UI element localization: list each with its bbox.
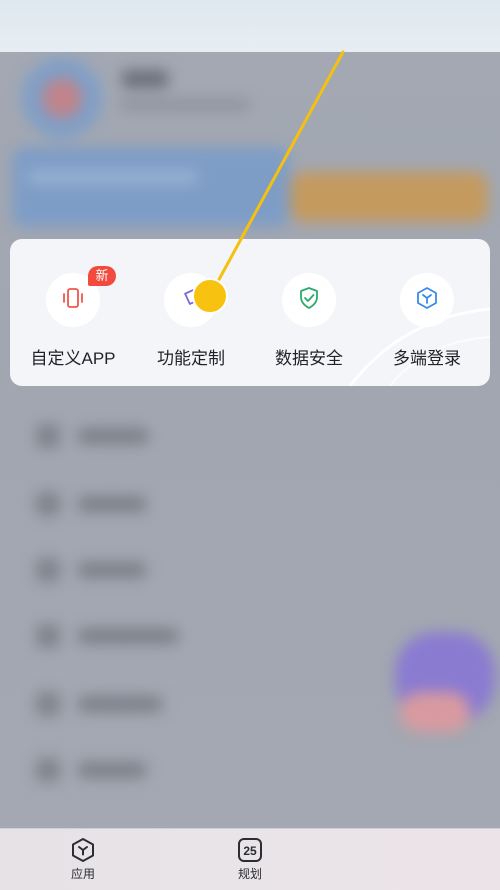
custom-app-circle: 新 — [46, 266, 116, 327]
feature-panel: 新 自定义APP 功能定制 数据安全 多端登录 — [10, 239, 490, 386]
new-badge: 新 — [88, 266, 116, 286]
tag-customize-icon — [178, 285, 204, 316]
feature-customize[interactable]: 功能定制 — [136, 273, 246, 369]
feature-multi-login[interactable]: 多端登录 — [372, 273, 482, 369]
feature-label: 功能定制 — [157, 349, 225, 368]
status-bar — [0, 0, 500, 52]
bottom-tab-bar: 应用 25 规划 — [0, 828, 500, 890]
calendar-number: 25 — [243, 844, 257, 858]
feature-label: 多端登录 — [393, 349, 461, 368]
tab-planning[interactable]: 25 规划 — [215, 837, 285, 882]
app-hexagon-icon — [70, 837, 96, 863]
calendar-icon: 25 — [237, 837, 263, 863]
blurred-background — [0, 52, 500, 828]
tab-planning-label: 规划 — [237, 867, 262, 881]
multi-login-circle — [400, 273, 454, 327]
tab-apps[interactable]: 应用 — [48, 837, 118, 882]
cube-icon — [414, 285, 440, 316]
feature-label: 自定义APP — [30, 349, 116, 368]
data-security-circle — [282, 273, 336, 327]
feature-data-security[interactable]: 数据安全 — [254, 273, 364, 369]
customize-circle — [164, 273, 218, 327]
feature-custom-app[interactable]: 新 自定义APP — [18, 266, 128, 369]
phone-vibrate-icon — [60, 285, 86, 316]
shield-check-icon — [296, 285, 322, 316]
feature-label: 数据安全 — [275, 349, 343, 368]
tab-apps-label: 应用 — [70, 867, 95, 881]
